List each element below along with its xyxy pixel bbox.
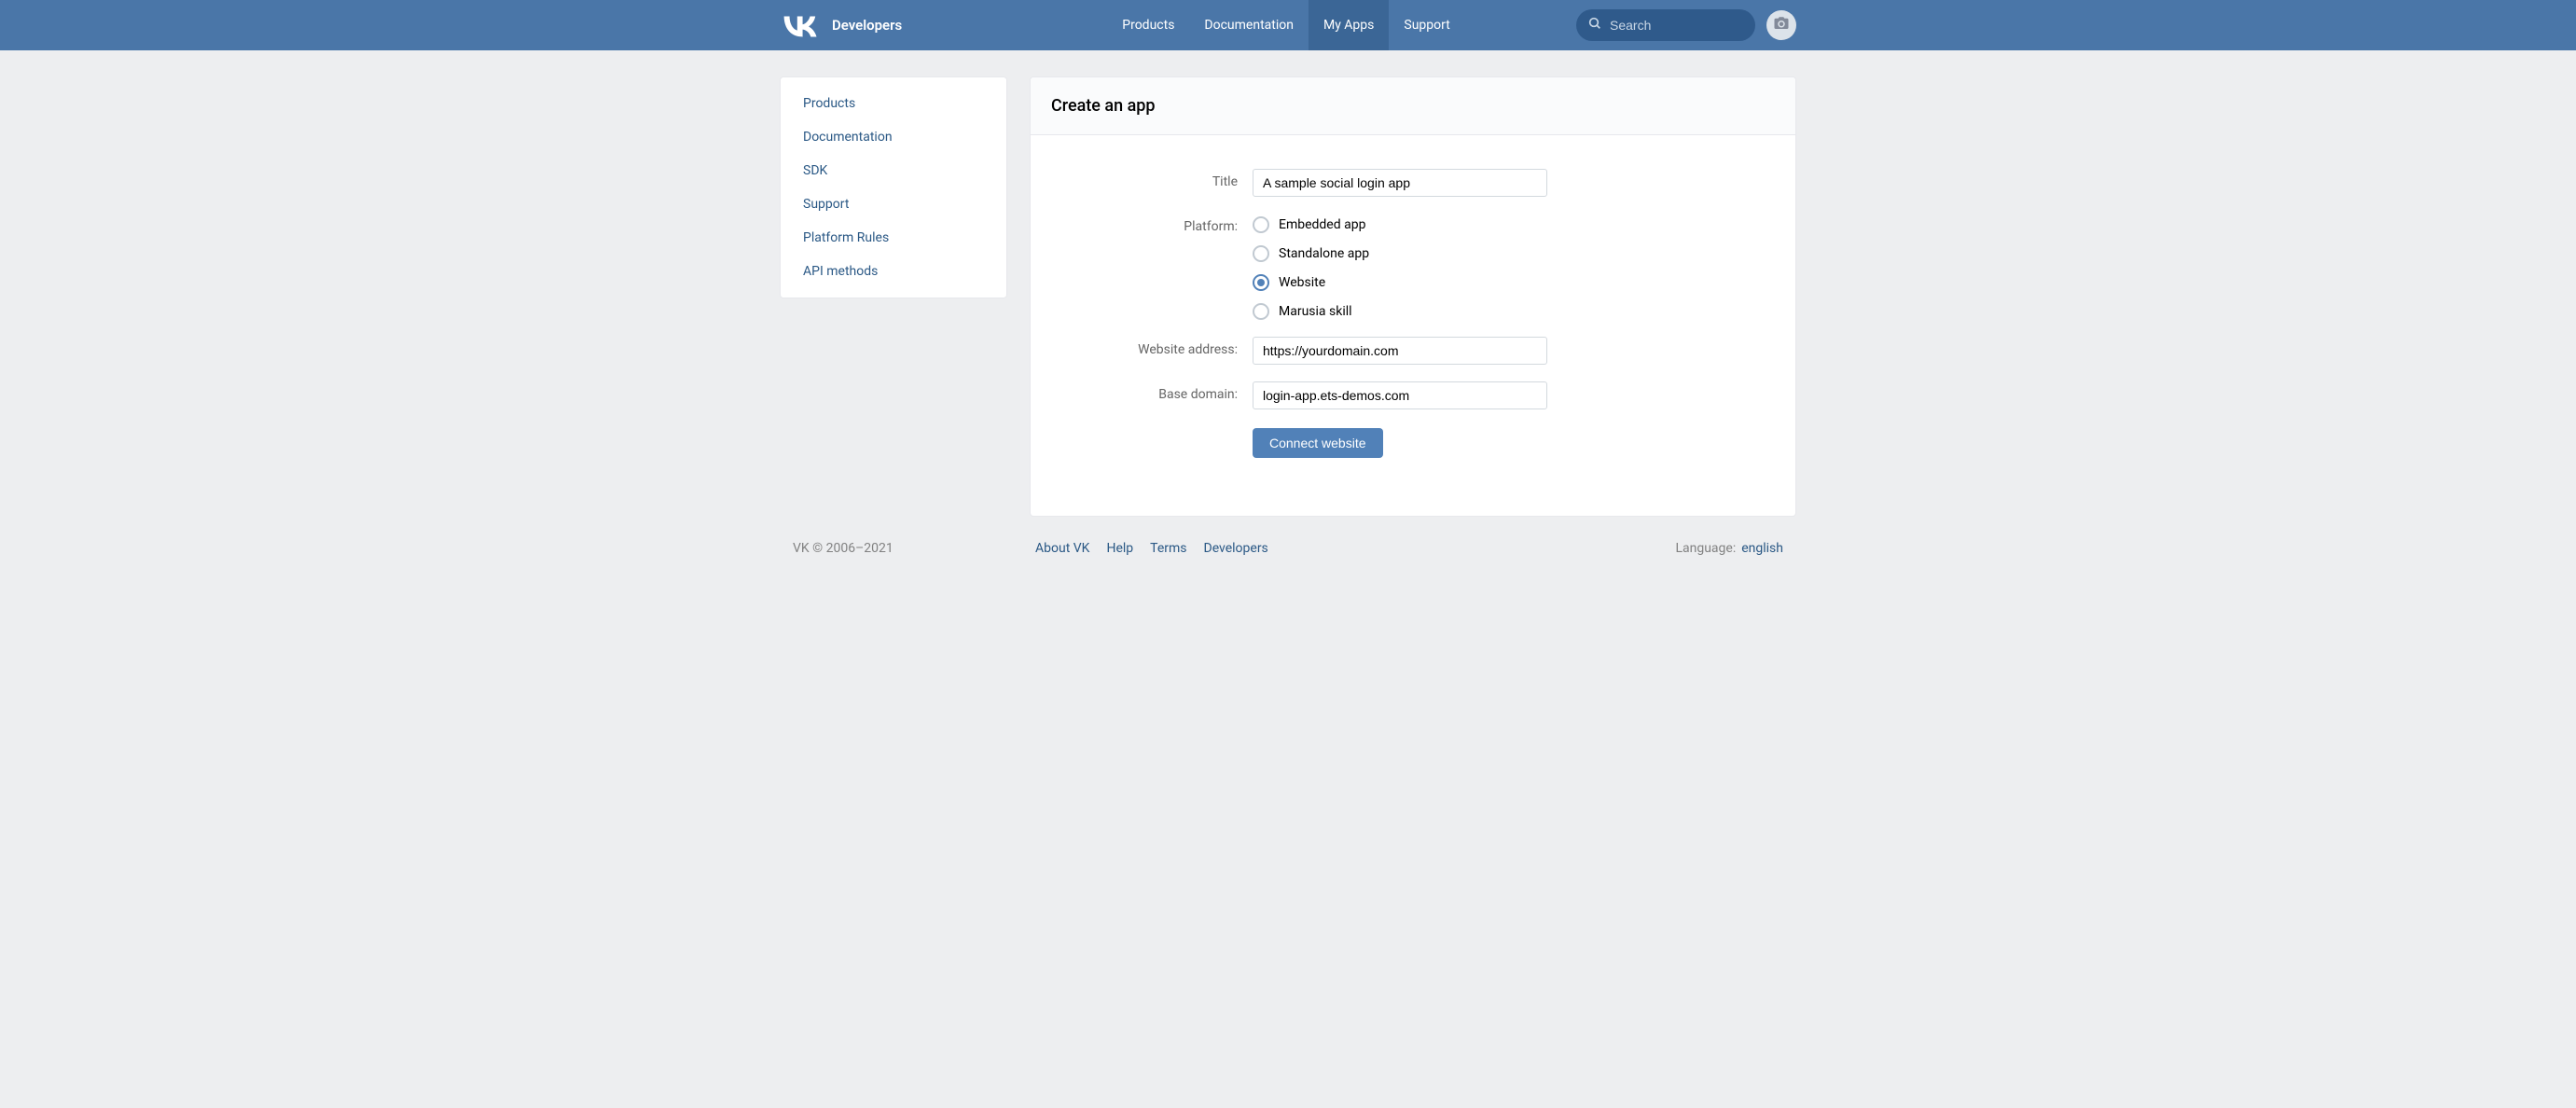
search-input[interactable] [1610,18,1744,33]
nav-item-support[interactable]: Support [1389,0,1464,50]
main-panel: Create an app Title Platform: Embedded a… [1030,76,1796,517]
radio-label: Marusia skill [1279,304,1352,319]
sidebar-item-documentation[interactable]: Documentation [781,120,1006,154]
platform-radio-group: Embedded app Standalone app Website [1253,214,1369,320]
footer-link-about[interactable]: About VK [1035,541,1089,556]
page-title: Create an app [1051,96,1775,116]
radio-label: Standalone app [1279,246,1369,261]
radio-website[interactable]: Website [1253,274,1369,291]
brand-text: Developers [832,17,902,34]
create-app-form: Title Platform: Embedded app St [1031,135,1795,516]
nav-label: My Apps [1323,18,1374,33]
sidebar: Products Documentation SDK Support Platf… [780,76,1007,298]
footer-link-label: About VK [1035,541,1089,556]
vk-logo-icon [780,13,821,37]
sidebar-item-label: Documentation [803,130,893,145]
footer-link-help[interactable]: Help [1106,541,1133,556]
radio-embedded-app[interactable]: Embedded app [1253,216,1369,233]
radio-icon [1253,303,1269,320]
nav-label: Support [1404,18,1449,33]
language-value: english [1741,541,1783,556]
sidebar-item-support[interactable]: Support [781,187,1006,221]
footer-link-label: Terms [1150,541,1186,556]
language-label: Language: [1675,541,1736,556]
sidebar-item-sdk[interactable]: SDK [781,154,1006,187]
nav-item-my-apps[interactable]: My Apps [1309,0,1389,50]
sidebar-item-label: Platform Rules [803,230,889,245]
title-input[interactable] [1253,169,1547,197]
main-header: Create an app [1031,77,1795,135]
radio-label: Website [1279,275,1325,290]
footer-link-developers[interactable]: Developers [1204,541,1268,556]
sidebar-item-label: Products [803,96,855,111]
radio-icon [1253,245,1269,262]
website-address-label: Website address: [1031,337,1253,357]
sidebar-item-api-methods[interactable]: API methods [781,255,1006,288]
brand[interactable]: Developers [780,13,902,37]
title-label: Title [1031,169,1253,189]
platform-label: Platform: [1031,214,1253,234]
radio-icon [1253,274,1269,291]
search-box[interactable] [1576,9,1755,41]
nav-item-products[interactable]: Products [1107,0,1189,50]
sidebar-item-label: SDK [803,163,827,178]
footer-link-terms[interactable]: Terms [1150,541,1186,556]
button-label: Connect website [1269,436,1366,450]
website-address-input[interactable] [1253,337,1547,365]
sidebar-item-products[interactable]: Products [781,87,1006,120]
sidebar-item-platform-rules[interactable]: Platform Rules [781,221,1006,255]
language-selector[interactable]: english [1741,541,1783,556]
footer-link-label: Developers [1204,541,1268,556]
camera-button[interactable] [1766,10,1796,40]
radio-icon [1253,216,1269,233]
sidebar-item-label: API methods [803,264,878,279]
top-bar: Developers Products Documentation My App… [0,0,2576,50]
sidebar-item-label: Support [803,197,849,212]
nav-label: Products [1122,18,1174,33]
nav-label: Documentation [1204,18,1294,33]
radio-marusia-skill[interactable]: Marusia skill [1253,303,1369,320]
nav-item-documentation[interactable]: Documentation [1189,0,1309,50]
radio-standalone-app[interactable]: Standalone app [1253,245,1369,262]
connect-website-button[interactable]: Connect website [1253,428,1383,458]
footer: VK © 2006–2021 About VK Help Terms Devel… [780,533,1796,584]
top-nav: Products Documentation My Apps Support [1107,0,1576,50]
search-icon [1587,16,1602,35]
base-domain-input[interactable] [1253,381,1547,409]
base-domain-label: Base domain: [1031,381,1253,402]
footer-copyright: VK © 2006–2021 [793,541,1035,556]
camera-icon [1773,15,1790,35]
footer-link-label: Help [1106,541,1133,556]
radio-label: Embedded app [1279,217,1365,232]
